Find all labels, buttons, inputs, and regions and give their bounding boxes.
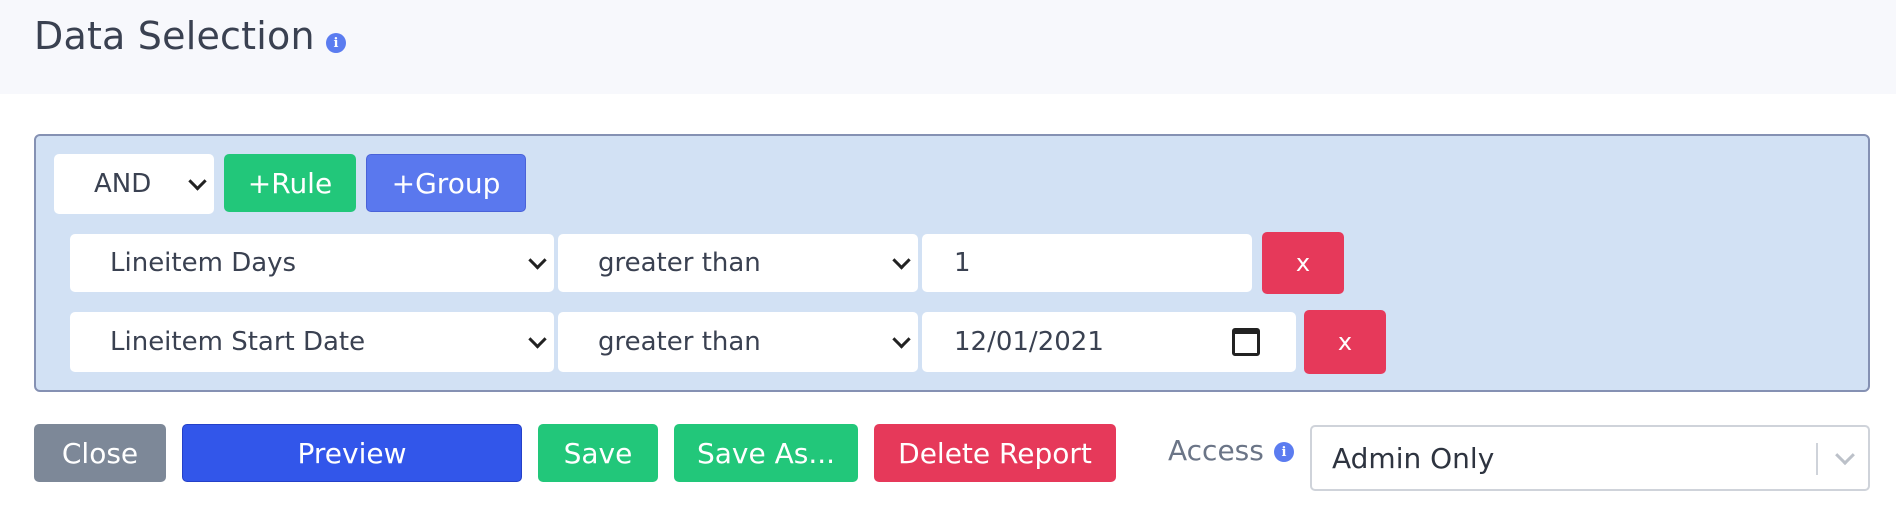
access-select[interactable]: Admin Only <box>1310 425 1870 491</box>
delete-report-button[interactable]: Delete Report <box>874 424 1116 482</box>
select-separator <box>1816 443 1818 475</box>
rule-date-input[interactable]: 12/01/2021 <box>922 312 1296 372</box>
condition-select[interactable]: AND <box>54 154 214 214</box>
query-builder-group: AND +Rule +Group Lineitem Days greater t… <box>34 134 1870 392</box>
rule-field-select[interactable]: Lineitem Days <box>70 234 554 292</box>
remove-rule-button[interactable]: x <box>1304 310 1386 374</box>
save-button[interactable]: Save <box>538 424 658 482</box>
rule-operator-select[interactable]: greater than <box>558 234 918 292</box>
calendar-icon[interactable] <box>1232 328 1260 356</box>
page-header: Data Selection i <box>0 0 1896 94</box>
add-rule-button[interactable]: +Rule <box>224 154 356 212</box>
rule-operator-value: greater than <box>598 327 761 357</box>
save-as-button[interactable]: Save As... <box>674 424 858 482</box>
rule-field-select[interactable]: Lineitem Start Date <box>70 312 554 372</box>
preview-button[interactable]: Preview <box>182 424 522 482</box>
access-label: Access <box>1168 434 1264 467</box>
info-icon[interactable]: i <box>326 33 346 53</box>
add-group-button[interactable]: +Group <box>366 154 526 212</box>
rule-operator-value: greater than <box>598 248 761 278</box>
rule-date-text: 12/01/2021 <box>954 327 1104 357</box>
access-value: Admin Only <box>1332 441 1495 475</box>
rule-field-value: Lineitem Start Date <box>110 327 366 357</box>
rule-operator-select[interactable]: greater than <box>558 312 918 372</box>
rule-field-value: Lineitem Days <box>110 248 297 278</box>
close-button[interactable]: Close <box>34 424 166 482</box>
rule-value-input[interactable]: 1 <box>922 234 1252 292</box>
remove-rule-button[interactable]: x <box>1262 232 1344 294</box>
page-title: Data Selection <box>34 14 315 58</box>
info-icon[interactable]: i <box>1274 442 1294 462</box>
rule-value-text: 1 <box>954 248 971 278</box>
